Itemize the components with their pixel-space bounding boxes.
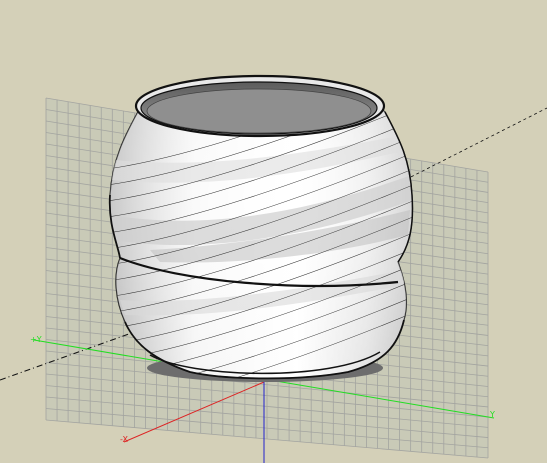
y-axis-pos-label: Y — [490, 410, 495, 419]
vase-opening — [146, 88, 372, 134]
3d-viewport[interactable]: +Y Y -X — [0, 0, 547, 463]
x-axis-neg-label: -X — [120, 435, 128, 444]
y-axis-neg-label: +Y — [30, 335, 42, 344]
scene-svg — [0, 74, 547, 463]
